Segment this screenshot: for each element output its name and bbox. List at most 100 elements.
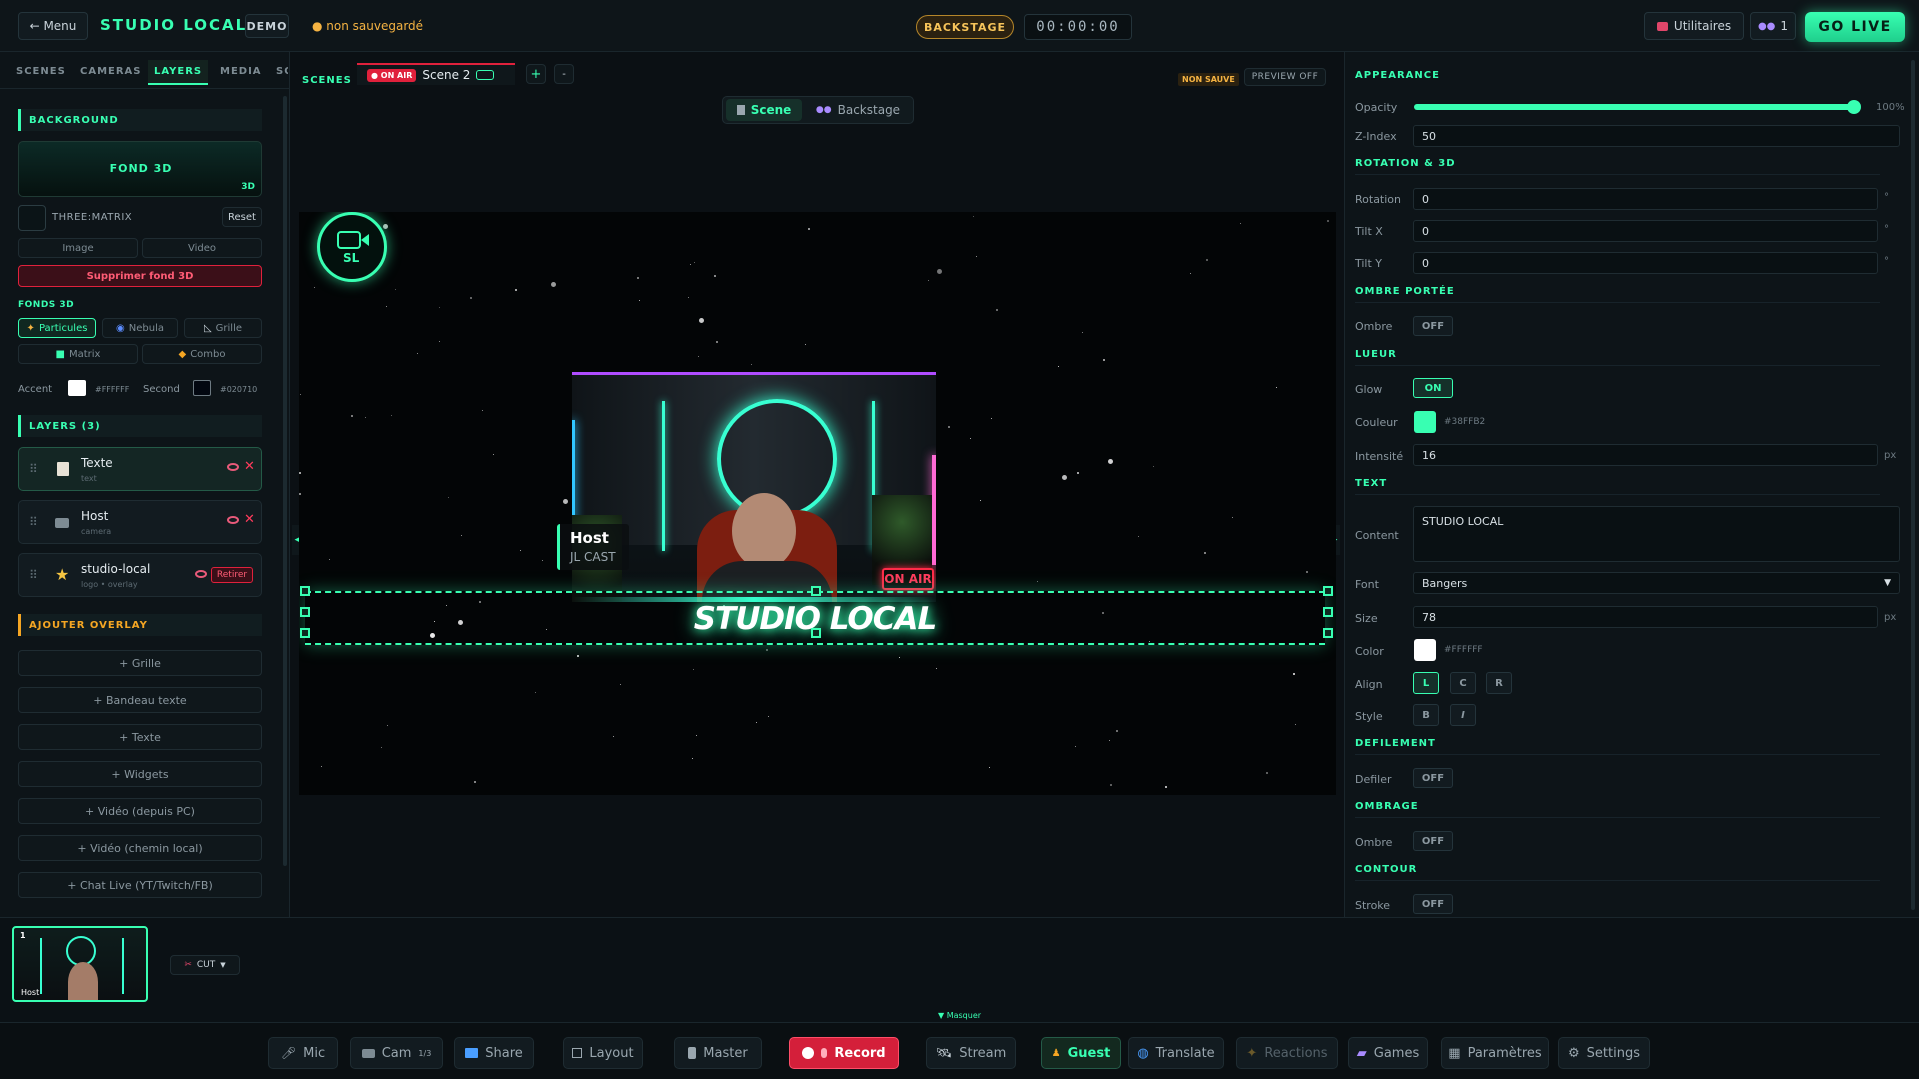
drag-handle-icon[interactable]: ⠿: [29, 462, 38, 476]
add-text-banner-button[interactable]: + Bandeau texte: [18, 687, 262, 713]
tab-sources[interactable]: SO: [276, 66, 288, 77]
bold-button[interactable]: B: [1413, 704, 1439, 726]
tab-layers[interactable]: LAYERS: [148, 60, 209, 85]
tab-scenes[interactable]: SCENES: [16, 66, 66, 77]
eye-icon[interactable]: [227, 463, 239, 471]
remove-layer-button[interactable]: Retirer: [211, 567, 253, 583]
record-button[interactable]: Record: [789, 1037, 899, 1069]
accent-color-swatch[interactable]: [68, 380, 86, 396]
mic-button[interactable]: 🎤︎ Mic: [268, 1037, 338, 1069]
layer-row-host[interactable]: ⠿ Host camera ✕: [18, 500, 262, 544]
video-button[interactable]: Video: [142, 238, 262, 258]
share-button[interactable]: Share: [454, 1037, 534, 1069]
cam-button[interactable]: Cam 1/3: [350, 1037, 443, 1069]
add-live-chat-button[interactable]: + Chat Live (YT/Twitch/FB): [18, 872, 262, 898]
delete-3d-background-button[interactable]: Supprimer fond 3D: [18, 265, 262, 287]
size-input[interactable]: 78: [1413, 606, 1878, 628]
add-scene-button[interactable]: +: [526, 64, 546, 84]
add-widgets-button[interactable]: + Widgets: [18, 761, 262, 787]
text-color-swatch[interactable]: [1414, 639, 1436, 661]
add-grid-button[interactable]: + Grille: [18, 650, 262, 676]
add-text-button[interactable]: + Texte: [18, 724, 262, 750]
resize-handle-tl[interactable]: [300, 586, 310, 596]
guests-counter[interactable]: ●● 1: [1750, 12, 1796, 40]
resize-handle-tc[interactable]: [811, 586, 821, 596]
resize-handle-bl[interactable]: [300, 628, 310, 638]
fond-nebula-button[interactable]: ◉ Nebula: [102, 318, 178, 338]
parametres-button[interactable]: ▦ Paramètres: [1441, 1037, 1549, 1069]
settings-button[interactable]: ⚙ Settings: [1558, 1037, 1650, 1069]
go-live-button[interactable]: GO LIVE: [1805, 12, 1905, 42]
align-right-button[interactable]: R: [1486, 672, 1512, 694]
eye-icon[interactable]: [227, 516, 239, 524]
stream-button[interactable]: 🛰︎ Stream: [926, 1037, 1016, 1069]
glow-color-swatch[interactable]: [1414, 411, 1436, 433]
right-scrollbar[interactable]: [1911, 60, 1915, 910]
scene-canvas[interactable]: SL ON AIR Host JL CAST STUDIO LOCAL: [299, 212, 1336, 795]
font-select[interactable]: Bangers ▼: [1413, 572, 1900, 594]
drag-handle-icon[interactable]: ⠿: [29, 568, 38, 582]
tab-cameras[interactable]: CAMERAS: [80, 66, 142, 77]
left-scrollbar[interactable]: [283, 96, 287, 866]
scene-thumbnail[interactable]: 1 Host: [12, 926, 148, 1002]
ombrage-toggle[interactable]: OFF: [1413, 831, 1453, 851]
layer-row-studio-local[interactable]: ⠿ ★ studio-local logo • overlay Retirer: [18, 553, 262, 597]
reactions-button[interactable]: ✦ Reactions: [1236, 1037, 1338, 1069]
tab-media[interactable]: MEDIA: [220, 66, 262, 77]
add-video-local-button[interactable]: + Vidéo (chemin local): [18, 835, 262, 861]
opacity-slider-thumb[interactable]: [1847, 100, 1861, 114]
add-video-pc-button[interactable]: + Vidéo (depuis PC): [18, 798, 262, 824]
glow-toggle[interactable]: ON: [1413, 378, 1453, 398]
divider: [1355, 880, 1880, 881]
resize-handle-mr[interactable]: [1323, 607, 1333, 617]
fond-combo-button[interactable]: ◆ Combo: [142, 344, 262, 364]
align-left-button[interactable]: L: [1413, 672, 1439, 694]
second-color-swatch[interactable]: [193, 380, 211, 396]
resize-handle-tr[interactable]: [1323, 586, 1333, 596]
content-textarea[interactable]: STUDIO LOCAL: [1413, 506, 1900, 562]
fond-grille-button[interactable]: ◺ Grille: [184, 318, 262, 338]
utilities-button[interactable]: Utilitaires: [1644, 12, 1744, 40]
intensity-input[interactable]: 16: [1413, 444, 1878, 466]
resize-handle-ml[interactable]: [300, 607, 310, 617]
hide-toolbar-toggle[interactable]: ▼ Masquer: [938, 1011, 981, 1020]
eye-icon[interactable]: [195, 570, 207, 578]
tiltx-input[interactable]: 0: [1413, 220, 1878, 242]
host-head: [732, 493, 796, 569]
translate-button[interactable]: ◍ Translate: [1128, 1037, 1224, 1069]
layout-button[interactable]: Layout: [563, 1037, 643, 1069]
align-center-button[interactable]: C: [1450, 672, 1476, 694]
opacity-slider[interactable]: [1414, 100, 1861, 114]
resize-handle-bc[interactable]: [811, 628, 821, 638]
fond-matrix-button[interactable]: ■ Matrix: [18, 344, 138, 364]
tilty-input[interactable]: 0: [1413, 252, 1878, 274]
games-button[interactable]: ▰ Games: [1348, 1037, 1428, 1069]
zindex-input[interactable]: 50: [1413, 125, 1900, 147]
resize-handle-br[interactable]: [1323, 628, 1333, 638]
view-backstage-button[interactable]: ●● Backstage: [806, 99, 910, 121]
backstage-badge[interactable]: BACKSTAGE: [916, 15, 1014, 39]
reset-button[interactable]: Reset: [222, 207, 262, 227]
guest-button[interactable]: ♟ Guest: [1041, 1037, 1121, 1069]
matrix-swatch[interactable]: [18, 205, 46, 231]
scroll-toggle[interactable]: OFF: [1413, 768, 1453, 788]
delete-icon[interactable]: ✕: [244, 512, 255, 527]
studio-logo-layer[interactable]: SL: [317, 212, 387, 282]
delete-icon[interactable]: ✕: [244, 459, 255, 474]
fond-particules-button[interactable]: ✦ Particules: [18, 318, 96, 338]
transition-select[interactable]: ✂ CUT ▼: [170, 955, 240, 975]
shadow-toggle[interactable]: OFF: [1413, 316, 1453, 336]
view-scene-button[interactable]: Scene: [726, 99, 802, 121]
menu-button[interactable]: ← Menu: [18, 12, 88, 40]
remove-scene-button[interactable]: -: [554, 64, 574, 84]
background-preview[interactable]: FOND 3D 3D: [18, 141, 262, 197]
rotation-input[interactable]: 0: [1413, 188, 1878, 210]
italic-button[interactable]: I: [1450, 704, 1476, 726]
master-button[interactable]: Master: [674, 1037, 762, 1069]
image-button[interactable]: Image: [18, 238, 138, 258]
drag-handle-icon[interactable]: ⠿: [29, 515, 38, 529]
layer-row-texte[interactable]: ⠿ Texte text ✕: [18, 447, 262, 491]
scene-tab-active[interactable]: ● ON AIR Scene 2: [357, 63, 515, 85]
preview-toggle-button[interactable]: PREVIEW OFF: [1244, 68, 1326, 86]
stroke-toggle[interactable]: OFF: [1413, 894, 1453, 914]
